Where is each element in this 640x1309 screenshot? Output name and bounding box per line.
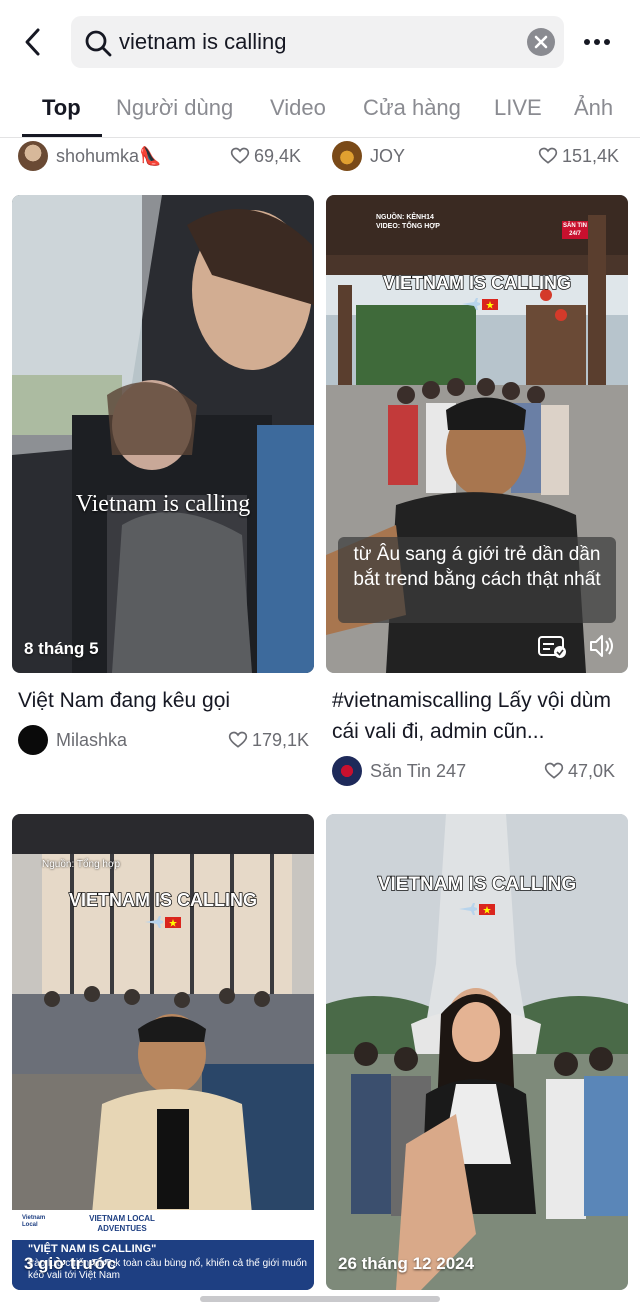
airplane-icon: [462, 298, 480, 310]
tab-photos[interactable]: Ảnh: [574, 95, 613, 121]
video-card[interactable]: Vietnam is calling 8 tháng 5 Việt Nam đa…: [12, 195, 314, 760]
video-thumbnail[interactable]: VIETNAM IS CALLING 26 tháng 12 2024: [326, 814, 628, 1290]
avatar: [18, 725, 48, 755]
post-date: 26 tháng 12 2024: [338, 1254, 475, 1273]
car-scene-image: [12, 195, 314, 673]
back-arrow-icon[interactable]: [18, 26, 50, 58]
source-credit: Nguồn: Tổng hợp: [42, 859, 121, 870]
airplane-icon: [145, 916, 163, 928]
author-name: Săn Tin 247: [370, 760, 467, 781]
video-overlay-text: VIETNAM IS CALLING: [68, 889, 258, 911]
vietnam-flag-icon: [482, 299, 498, 310]
author-name: shohumka👠: [56, 145, 162, 166]
source-credit: NGUỒN: KÊNH14: [376, 214, 434, 221]
news-banner: Vietnam Local VIETNAM LOCAL ADVENTUES "V…: [12, 1210, 314, 1290]
previous-row-meta: shohumka👠 69,4K JOY 151,4K: [0, 138, 640, 176]
heart-icon: [544, 762, 564, 779]
video-card[interactable]: NGUỒN: KÊNH14 VIDEO: TỔNG HỢP SĂN TIN 24…: [326, 195, 628, 791]
video-card[interactable]: Nguồn: Tổng hợp VIETNAM IS CALLING Vietn…: [12, 814, 314, 1290]
search-query[interactable]: vietnam is calling: [119, 29, 287, 55]
author-name: Milashka: [56, 729, 128, 750]
like-count-value: 179,1K: [252, 729, 310, 750]
video-title[interactable]: #vietnamiscalling Lấy vội dùm cái vali đ…: [326, 685, 628, 747]
airplane-icon: [459, 903, 477, 915]
channel-badge: SĂN TIN 24/7: [562, 221, 588, 239]
heart-icon: [230, 147, 250, 164]
speaker-icon[interactable]: [588, 633, 616, 664]
video-thumbnail[interactable]: NGUỒN: KÊNH14 VIDEO: TỔNG HỢP SĂN TIN 24…: [326, 195, 628, 673]
like-count-value: 47,0K: [568, 760, 616, 781]
brand-logo: Vietnam Local: [22, 1215, 46, 1228]
video-card[interactable]: VIETNAM IS CALLING 26 tháng 12 2024: [326, 814, 628, 1290]
video-caption: từ Âu sang á giới trẻ dần dần bắt trend …: [338, 537, 616, 623]
search-input[interactable]: vietnam is calling: [71, 16, 564, 68]
video-title[interactable]: Việt Nam đang kêu gọi: [12, 685, 314, 716]
like-count: 69,4K: [230, 140, 301, 172]
tab-users[interactable]: Người dùng: [116, 95, 233, 121]
video-thumbnail[interactable]: Vietnam is calling 8 tháng 5: [12, 195, 314, 673]
avatar: [332, 141, 362, 171]
clear-icon[interactable]: [527, 28, 555, 56]
more-icon[interactable]: [584, 30, 612, 54]
like-count: 179,1K: [228, 724, 309, 756]
video-overlay-text: VIETNAM IS CALLING: [382, 272, 572, 294]
video-meta: Milashka 179,1K: [12, 720, 314, 760]
like-count-value: 151,4K: [562, 145, 620, 166]
post-date: 8 tháng 5: [24, 639, 99, 658]
source-credit-sub: VIDEO: TỔNG HỢP: [376, 223, 440, 230]
vietnam-flag-icon: [479, 904, 495, 915]
avatar: [18, 141, 48, 171]
author-link[interactable]: JOY: [332, 140, 405, 172]
vietnam-flag-icon: [165, 917, 181, 928]
video-overlay-text: Vietnam is calling: [75, 491, 251, 517]
home-indicator: [200, 1296, 440, 1302]
caption-icon[interactable]: [538, 635, 568, 664]
author-link[interactable]: Milashka: [18, 724, 127, 756]
video-thumbnail[interactable]: Nguồn: Tổng hợp VIETNAM IS CALLING Vietn…: [12, 814, 314, 1290]
search-tabs: Top Người dùng Video Cửa hàng LIVE Ảnh: [0, 86, 640, 138]
heart-icon: [538, 147, 558, 164]
author-link[interactable]: Săn Tin 247: [332, 755, 466, 787]
tab-shop[interactable]: Cửa hàng: [363, 95, 461, 121]
tab-top[interactable]: Top: [42, 95, 81, 121]
author-link[interactable]: shohumka👠: [18, 140, 161, 172]
top-bar: vietnam is calling: [0, 0, 640, 86]
search-icon: [83, 28, 113, 58]
like-count: 47,0K: [544, 755, 615, 787]
post-date: 3 giờ trước: [24, 1254, 117, 1273]
tab-live[interactable]: LIVE: [494, 95, 542, 121]
heart-icon: [228, 731, 248, 748]
video-meta: Săn Tin 247 47,0K: [326, 751, 628, 791]
like-count: 151,4K: [538, 140, 619, 172]
active-tab-indicator: [22, 134, 102, 137]
author-name: JOY: [370, 145, 406, 166]
tab-video[interactable]: Video: [270, 95, 326, 121]
brand-name: VIETNAM LOCAL ADVENTUES: [89, 1214, 155, 1233]
avatar: [332, 756, 362, 786]
video-overlay-text: VIETNAM IS CALLING: [377, 873, 577, 896]
like-count-value: 69,4K: [254, 145, 302, 166]
